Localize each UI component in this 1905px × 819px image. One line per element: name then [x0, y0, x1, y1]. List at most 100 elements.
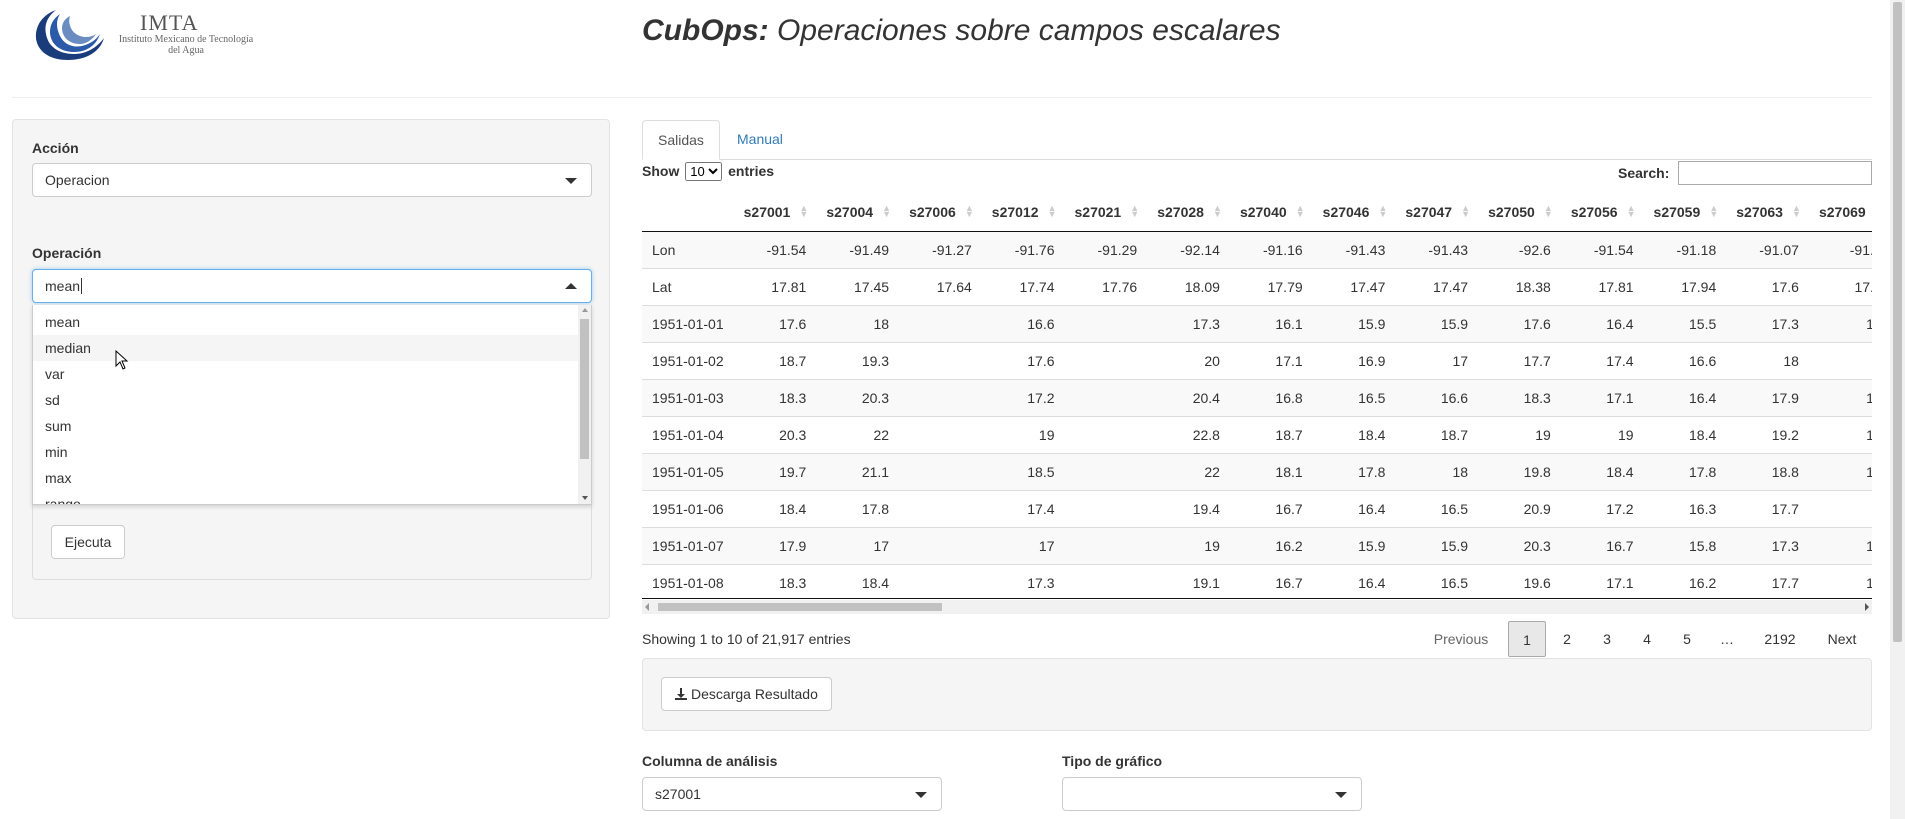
- pagination-page-4[interactable]: 4: [1628, 621, 1666, 657]
- table-cell: 15.9: [1312, 304, 1396, 342]
- page-title: CubOps: Operaciones sobre campos escalar…: [642, 14, 1281, 48]
- imta-logo: IMTA Instituto Mexicano de Tecnología de…: [28, 8, 253, 68]
- table-cell: 17.8: [1808, 267, 1872, 305]
- column-header[interactable]: s27021 ▲ ▼: [1064, 193, 1148, 232]
- column-header[interactable]: s27056 ▲ ▼: [1560, 193, 1644, 232]
- pagination-page-3[interactable]: 3: [1588, 621, 1626, 657]
- column-header[interactable]: s27028 ▲ ▼: [1147, 193, 1230, 232]
- operacion-select[interactable]: mean: [32, 269, 592, 303]
- column-header-label: s27059: [1653, 203, 1701, 220]
- pagination-page-last[interactable]: 2192: [1750, 621, 1810, 657]
- scroll-right-icon[interactable]: [1865, 603, 1869, 611]
- table-cell: 16.2: [1643, 563, 1727, 598]
- table-cell: 19: [1147, 526, 1230, 564]
- pagination-page-5[interactable]: 5: [1668, 621, 1706, 657]
- table-cell: 17.6: [1478, 304, 1561, 342]
- table-cell: 17.7: [1478, 341, 1561, 379]
- table-row: 1951-01-05 19.7 21.1 18.5 22 18.1 17.8 18 19.8 18…: [642, 452, 1872, 490]
- table-cell: 20.3: [816, 378, 900, 416]
- sort-icon: ▲ ▼: [1047, 203, 1057, 219]
- row-label-cell: 1951-01-01: [642, 304, 734, 342]
- column-header[interactable]: s27012 ▲ ▼: [981, 193, 1065, 232]
- column-header-label: s27056: [1570, 203, 1618, 220]
- sort-icon: ▲ ▼: [1378, 203, 1388, 219]
- scroll-up-icon[interactable]: [582, 308, 588, 312]
- table-cell: [1064, 563, 1148, 598]
- table-cell: [1064, 452, 1148, 490]
- search-label: Search:: [1618, 165, 1670, 181]
- ejecuta-button[interactable]: Ejecuta: [51, 525, 125, 559]
- column-header[interactable]: s27001 ▲ ▼: [733, 193, 817, 232]
- table-cell: -91.43: [1395, 230, 1479, 268]
- descarga-button[interactable]: Descarga Resultado: [661, 677, 832, 711]
- scroll-down-icon[interactable]: [582, 496, 588, 500]
- results-table: s27001 ▲ ▼ s27004 ▲ ▼ s27006 ▲ ▼ s27012 ▲ ▼ s27021 ▲ ▼…: [642, 193, 1872, 598]
- column-header[interactable]: s27050 ▲ ▼: [1478, 193, 1561, 232]
- pagination-page-1[interactable]: 1: [1508, 621, 1546, 657]
- page-scroll-thumb[interactable]: [1893, 2, 1902, 642]
- table-cell: -92.6: [1478, 230, 1561, 268]
- option-sum[interactable]: sum: [33, 413, 591, 439]
- table-cell: 16.4: [1312, 489, 1396, 527]
- table-cell: 17.9: [733, 526, 817, 564]
- table-cell: 16.2: [1229, 526, 1313, 564]
- column-header[interactable]: s27047 ▲ ▼: [1395, 193, 1479, 232]
- table-cell: 16.4: [1560, 304, 1644, 342]
- accion-select[interactable]: Operacion: [32, 163, 592, 197]
- option-sd[interactable]: sd: [33, 387, 591, 413]
- header-divider: [12, 97, 1872, 98]
- table-cell: 18.3: [1478, 378, 1561, 416]
- sort-icon: ▲ ▼: [799, 203, 809, 219]
- option-min[interactable]: min: [33, 439, 591, 465]
- table-cell: 17: [981, 526, 1065, 564]
- table-cell: 17.64: [899, 267, 982, 305]
- table-cell: 18.3: [733, 378, 817, 416]
- tab-manual[interactable]: Manual: [722, 120, 798, 159]
- chart-type-select[interactable]: [1062, 777, 1362, 811]
- table-cell: 16.1: [1229, 304, 1313, 342]
- table-cell: 17.6: [733, 304, 817, 342]
- table-horizontal-scrollbar[interactable]: [642, 600, 1872, 614]
- table-cell: 17.79: [1229, 267, 1313, 305]
- page-length-select[interactable]: 10: [685, 162, 723, 181]
- page-vertical-scrollbar[interactable]: [1890, 0, 1905, 819]
- table-cell: 18.4: [816, 563, 900, 598]
- table-cell: 17.2: [1560, 489, 1644, 527]
- column-header[interactable]: s27046 ▲ ▼: [1312, 193, 1396, 232]
- dropdown-scrollbar[interactable]: [578, 305, 591, 504]
- column-header[interactable]: s27004 ▲ ▼: [816, 193, 900, 232]
- column-header[interactable]: s27063 ▲ ▼: [1726, 193, 1809, 232]
- table-scroll-thumb[interactable]: [658, 603, 942, 611]
- column-header-label: s27063: [1736, 203, 1783, 220]
- column-header[interactable]: s27006 ▲ ▼: [899, 193, 982, 232]
- column-header-label: s27040: [1239, 203, 1287, 220]
- option-rango[interactable]: rango: [33, 491, 591, 504]
- table-cell: 16.5: [1395, 563, 1479, 598]
- pagination-previous[interactable]: Previous: [1424, 621, 1498, 657]
- table-cell: 18.7: [733, 341, 817, 379]
- table-cell: 17.2: [981, 378, 1065, 416]
- pagination-page-2[interactable]: 2: [1548, 621, 1586, 657]
- table-cell: 19: [1478, 415, 1561, 453]
- tab-salidas[interactable]: Salidas: [642, 120, 720, 160]
- dropdown-scroll-thumb[interactable]: [580, 319, 589, 459]
- column-header[interactable]: s27059 ▲ ▼: [1643, 193, 1727, 232]
- sort-icon: ▲ ▼: [1709, 203, 1719, 219]
- pagination-next[interactable]: Next: [1814, 621, 1870, 657]
- column-analysis-select[interactable]: s27001: [642, 777, 942, 811]
- table-cell: [1808, 489, 1872, 527]
- operacion-dropdown: mean median var sd sum min max rango: [32, 305, 592, 505]
- column-header-label: s27069: [1818, 203, 1866, 220]
- column-header[interactable]: s27040 ▲ ▼: [1229, 193, 1313, 232]
- option-max[interactable]: max: [33, 465, 591, 491]
- scroll-left-icon[interactable]: [645, 603, 649, 611]
- table-cell: 17.6: [1726, 267, 1809, 305]
- table-row: Lat 17.81 17.45 17.64 17.74 17.76 18.09 17.79 17…: [642, 267, 1872, 305]
- table-cell: [899, 304, 982, 342]
- option-mean[interactable]: mean: [33, 309, 591, 335]
- table-cell: 17: [1808, 378, 1872, 416]
- table-cell: 17.1: [1560, 563, 1644, 598]
- table-cell: 18.1: [1229, 452, 1313, 490]
- column-header[interactable]: s27069▲▼: [1808, 193, 1872, 232]
- search-input[interactable]: [1678, 161, 1872, 185]
